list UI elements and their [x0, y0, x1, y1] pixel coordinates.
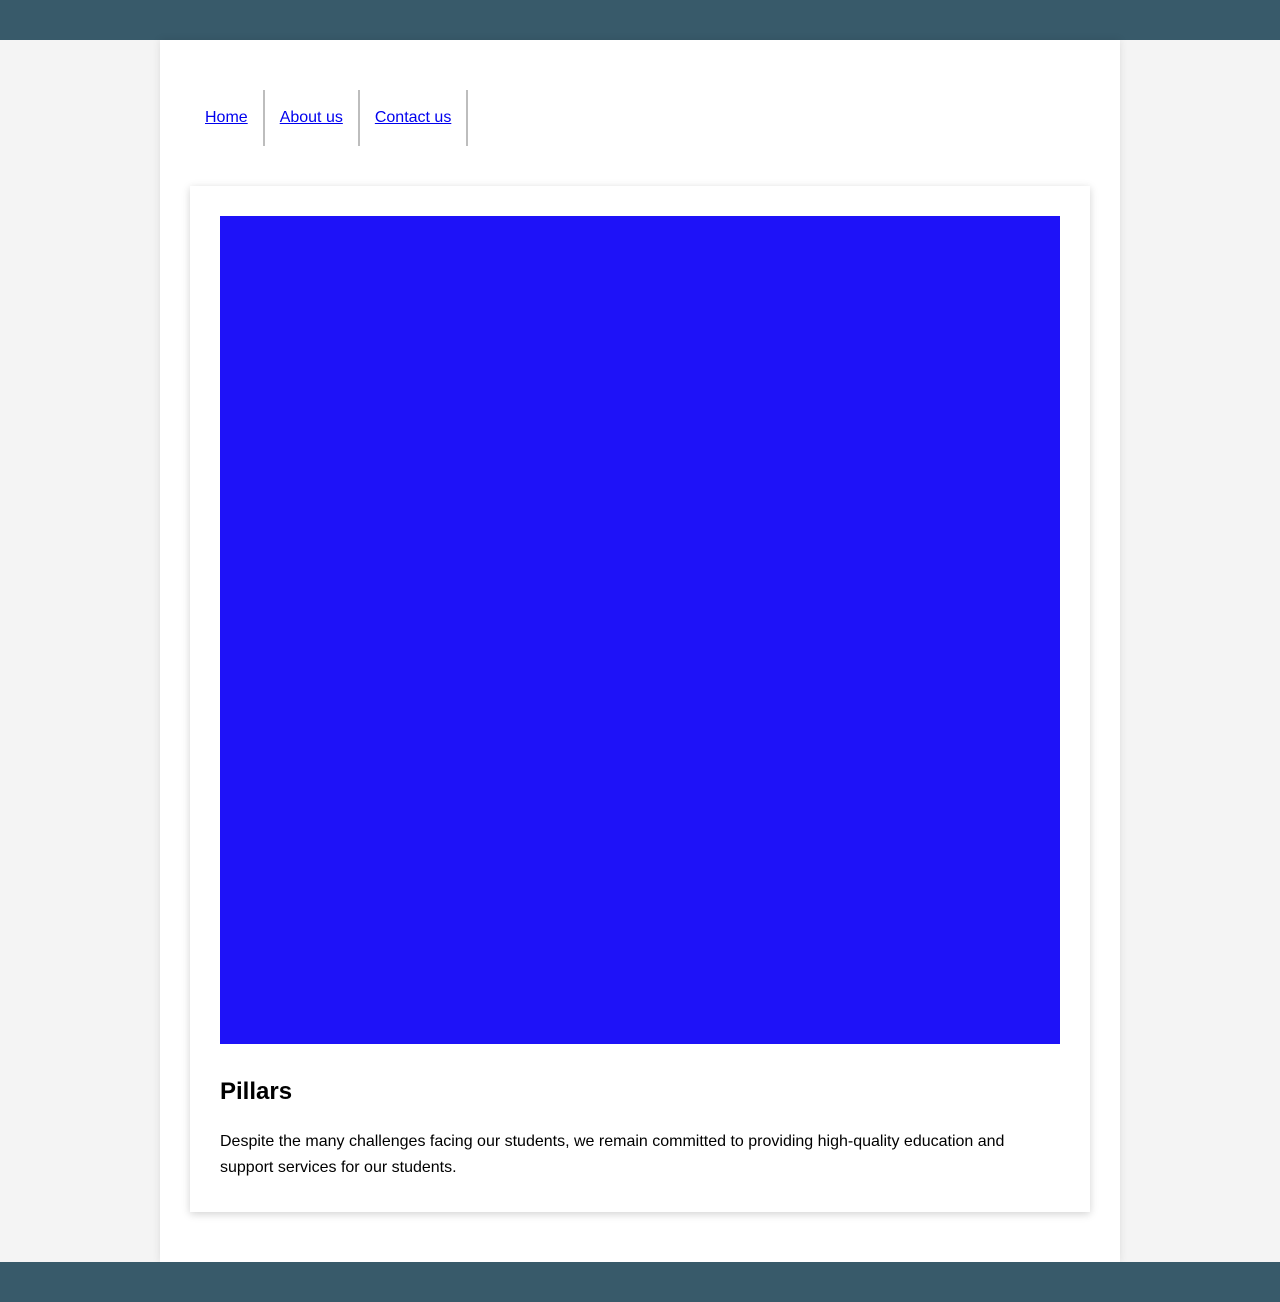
- top-header-bar: [0, 0, 1280, 40]
- bottom-footer-bar: [0, 1262, 1280, 1302]
- nav-item-about: About us: [265, 90, 360, 146]
- content-card: Pillars Despite the many challenges faci…: [190, 186, 1090, 1212]
- nav-item-home: Home: [190, 90, 265, 146]
- card-description: Despite the many challenges facing our s…: [220, 1133, 1005, 1176]
- nav-item-contact: Contact us: [360, 90, 469, 146]
- nav-link-contact[interactable]: Contact us: [375, 109, 451, 127]
- main-content-container: Home About us Contact us Pillars Despite…: [160, 40, 1120, 1262]
- nav-link-about[interactable]: About us: [280, 109, 343, 127]
- card-title: Pillars: [220, 1078, 293, 1105]
- card-image: [220, 216, 1060, 1044]
- nav-link-home[interactable]: Home: [205, 109, 248, 127]
- main-navigation: Home About us Contact us: [190, 90, 469, 146]
